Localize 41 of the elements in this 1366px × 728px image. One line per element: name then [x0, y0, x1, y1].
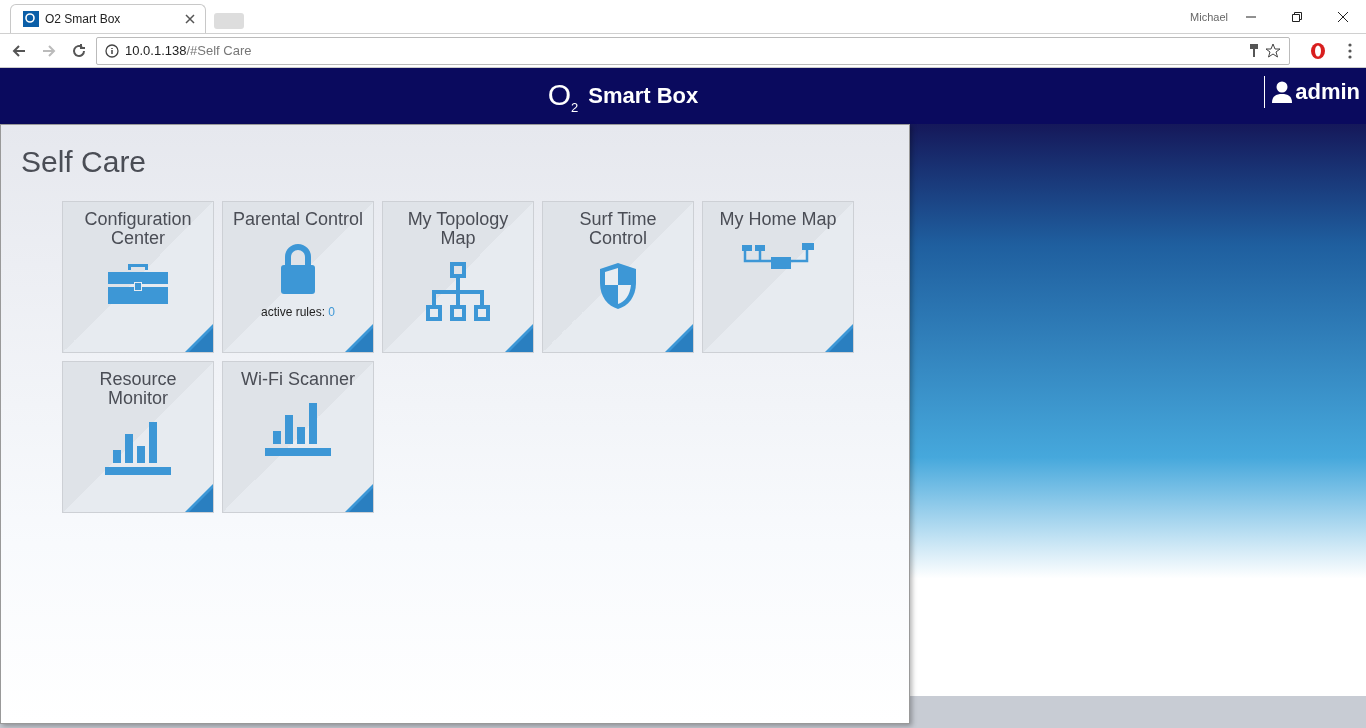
logo: O$_{2}$: [547, 77, 579, 115]
opera-icon[interactable]: [1310, 41, 1326, 60]
star-icon[interactable]: [1265, 42, 1281, 59]
info-icon: [105, 43, 119, 58]
restore-icon[interactable]: [1292, 11, 1302, 22]
corner-mark-icon: [345, 484, 373, 512]
app-tile[interactable]: Surf Time Control: [542, 201, 694, 353]
app-tile[interactable]: My Home Map: [702, 201, 854, 353]
browser-tab[interactable]: O2 Smart Box: [10, 4, 206, 33]
app-tile[interactable]: Parental Control active rules: 0: [222, 201, 374, 353]
active-rules-text: active rules: 0: [260, 305, 336, 319]
network-icon: [742, 243, 814, 271]
hierarchy-icon: [425, 262, 491, 322]
corner-mark-icon: [505, 324, 533, 352]
bar-chart-icon: [265, 403, 331, 457]
profile-name[interactable]: Michael: [1190, 10, 1228, 23]
corner-mark-icon: [825, 324, 853, 352]
app-tile[interactable]: My Topology Map: [382, 201, 534, 353]
corner-mark-icon: [345, 324, 373, 352]
shield-icon: [597, 262, 639, 310]
app-tile[interactable]: Resource Monitor: [62, 361, 214, 513]
user-icon: [1271, 81, 1294, 103]
app-title: Smart Box: [588, 83, 699, 109]
bar-chart-icon: [105, 422, 171, 476]
corner-mark-icon: [665, 324, 693, 352]
back-arrow-icon[interactable]: [12, 43, 26, 58]
corner-mark-icon: [185, 484, 213, 512]
key-icon[interactable]: [1249, 43, 1259, 58]
close-icon[interactable]: [1338, 11, 1348, 22]
close-icon[interactable]: [185, 14, 195, 24]
user-menu[interactable]: admin: [1264, 76, 1360, 108]
app-tile[interactable]: Wi-Fi Scanner: [222, 361, 374, 513]
corner-mark-icon: [185, 324, 213, 352]
reload-icon[interactable]: [72, 43, 86, 58]
toolbox-icon: [106, 262, 170, 306]
favicon-icon: [23, 11, 39, 27]
lock-icon: [280, 243, 316, 295]
page-title: Self Care: [21, 145, 148, 179]
app-tile[interactable]: Configuration Center: [62, 201, 214, 353]
menu-icon[interactable]: [1348, 42, 1352, 59]
address-bar[interactable]: 10.0.1.138/#Self Care: [96, 36, 1290, 65]
